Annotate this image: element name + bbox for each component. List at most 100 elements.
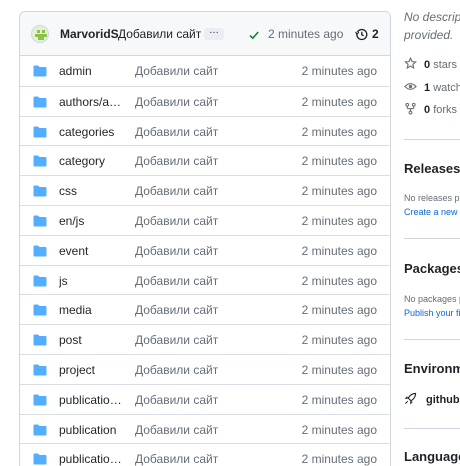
- folder-icon: [33, 126, 47, 138]
- file-name-link[interactable]: publicatio…: [59, 452, 123, 466]
- file-list-panel: MarvoridS Добавили сайт … 2 minutes ago …: [19, 11, 391, 466]
- file-name-link[interactable]: project: [59, 363, 123, 377]
- file-name-link[interactable]: js: [59, 274, 123, 288]
- file-commit-message-link[interactable]: Добавили сайт: [135, 244, 218, 258]
- file-commit-message-link[interactable]: Добавили сайт: [135, 154, 218, 168]
- file-commit-message-link[interactable]: Добавили сайт: [135, 393, 218, 407]
- folder-icon: [33, 96, 47, 108]
- file-row[interactable]: publicatio… Добавили сайт 2 minutes ago: [20, 443, 390, 466]
- file-name-link[interactable]: media: [59, 303, 123, 317]
- file-row[interactable]: project Добавили сайт 2 minutes ago: [20, 353, 390, 384]
- folder-icon: [33, 185, 47, 197]
- packages-heading[interactable]: Packages: [404, 261, 460, 276]
- file-commit-message-link[interactable]: Добавили сайт: [135, 303, 218, 317]
- commit-expand-button[interactable]: …: [204, 26, 224, 40]
- file-name-link[interactable]: category: [59, 154, 123, 168]
- folder-icon: [33, 304, 47, 316]
- file-commit-message-link[interactable]: Добавили сайт: [135, 214, 218, 228]
- avatar-identicon-icon: [35, 30, 47, 40]
- star-icon: [404, 56, 418, 70]
- commit-time: 2 minutes ago: [268, 27, 344, 41]
- stars-label: stars: [433, 58, 458, 71]
- file-commit-time: 2 minutes ago: [301, 243, 377, 258]
- file-commit-message-link[interactable]: Добавили сайт: [135, 95, 218, 109]
- file-name-link[interactable]: en/js: [59, 214, 123, 228]
- rocket-icon: [404, 392, 417, 405]
- file-row[interactable]: publicatio… Добавили сайт 2 minutes ago: [20, 383, 390, 414]
- file-row[interactable]: js Добавили сайт 2 minutes ago: [20, 264, 390, 295]
- latest-commit-bar: MarvoridS Добавили сайт … 2 minutes ago …: [20, 12, 390, 56]
- file-name-link[interactable]: admin: [59, 64, 123, 78]
- watchers-count: 1: [424, 81, 431, 94]
- forks-label: forks: [433, 103, 458, 116]
- divider: [404, 139, 460, 140]
- file-commit-message-link[interactable]: Добавили сайт: [135, 333, 218, 347]
- commit-history-count[interactable]: 2: [372, 27, 379, 41]
- file-commit-time: 2 minutes ago: [301, 213, 377, 228]
- file-commit-message-link[interactable]: Добавили сайт: [135, 452, 218, 466]
- file-commit-message-link[interactable]: Добавили сайт: [135, 274, 218, 288]
- file-name-link[interactable]: categories: [59, 125, 123, 139]
- file-commit-time: 2 minutes ago: [301, 154, 377, 169]
- environment-name: github-pages: [426, 393, 460, 406]
- folder-icon: [33, 245, 47, 257]
- file-commit-message-link[interactable]: Добавили сайт: [135, 184, 218, 198]
- file-row[interactable]: en/js Добавили сайт 2 minutes ago: [20, 204, 390, 235]
- file-row[interactable]: category Добавили сайт 2 minutes ago: [20, 145, 390, 175]
- file-commit-message-link[interactable]: Добавили сайт: [135, 423, 218, 437]
- file-commit-time: 2 minutes ago: [301, 273, 377, 288]
- file-row[interactable]: authors/a… Добавили сайт 2 minutes ago: [20, 85, 390, 116]
- file-commit-time: 2 minutes ago: [301, 184, 377, 199]
- languages-heading: Languages: [404, 449, 460, 464]
- file-row[interactable]: event Добавили сайт 2 minutes ago: [20, 234, 390, 265]
- create-release-link[interactable]: Create a new release: [404, 207, 460, 217]
- repo-description: No description provided.: [404, 10, 460, 42]
- file-commit-time: 2 minutes ago: [301, 422, 377, 437]
- file-name-link[interactable]: authors/a…: [59, 95, 123, 109]
- environments-heading[interactable]: Environments: [404, 361, 460, 376]
- watchers-label: watching: [433, 81, 460, 94]
- divider: [404, 339, 460, 340]
- folder-icon: [33, 155, 47, 167]
- divider: [404, 428, 460, 429]
- file-commit-message-link[interactable]: Добавили сайт: [135, 64, 218, 78]
- divider: [404, 238, 460, 239]
- check-icon[interactable]: [248, 29, 260, 41]
- releases-heading[interactable]: Releases: [404, 161, 460, 176]
- forks-stat[interactable]: 0 forks: [404, 102, 460, 118]
- watchers-stat[interactable]: 1 watching: [404, 80, 460, 96]
- file-row[interactable]: admin Добавили сайт 2 minutes ago: [20, 56, 390, 86]
- publish-package-link[interactable]: Publish your first package: [404, 308, 460, 318]
- file-commit-message-link[interactable]: Добавили сайт: [135, 363, 218, 377]
- commit-author-link[interactable]: MarvoridS: [60, 27, 119, 41]
- file-name-link[interactable]: publicatio…: [59, 393, 123, 407]
- fork-icon: [405, 102, 416, 115]
- file-row[interactable]: categories Добавили сайт 2 minutes ago: [20, 115, 390, 146]
- file-rows: admin Добавили сайт 2 minutes ago authors/a…: [20, 56, 390, 466]
- history-icon[interactable]: [355, 28, 368, 41]
- file-name-link[interactable]: event: [59, 244, 123, 258]
- commit-message-link[interactable]: Добавили сайт: [118, 27, 201, 41]
- folder-icon: [33, 364, 47, 376]
- file-commit-time: 2 minutes ago: [301, 452, 377, 466]
- file-commit-time: 2 minutes ago: [301, 303, 377, 318]
- folder-icon: [33, 65, 47, 77]
- file-commit-time: 2 minutes ago: [301, 64, 377, 78]
- file-name-link[interactable]: css: [59, 184, 123, 198]
- file-name-link[interactable]: publication: [59, 423, 123, 437]
- file-row[interactable]: post Добавили сайт 2 minutes ago: [20, 324, 390, 354]
- file-commit-time: 2 minutes ago: [301, 124, 377, 139]
- environment-item[interactable]: github-pages: [404, 392, 460, 408]
- forks-count: 0: [424, 103, 431, 116]
- packages-empty-text: No packages published: [404, 294, 460, 304]
- stars-stat[interactable]: 0 stars: [404, 56, 460, 73]
- avatar[interactable]: [31, 25, 49, 43]
- file-row[interactable]: media Добавили сайт 2 minutes ago: [20, 294, 390, 324]
- file-row[interactable]: publication Добавили сайт 2 minutes ago: [20, 413, 390, 444]
- stars-count: 0: [424, 58, 431, 71]
- file-row[interactable]: css Добавили сайт 2 minutes ago: [20, 175, 390, 205]
- file-commit-time: 2 minutes ago: [301, 333, 377, 348]
- eye-icon: [404, 83, 417, 90]
- file-commit-message-link[interactable]: Добавили сайт: [135, 125, 218, 139]
- file-name-link[interactable]: post: [59, 333, 123, 347]
